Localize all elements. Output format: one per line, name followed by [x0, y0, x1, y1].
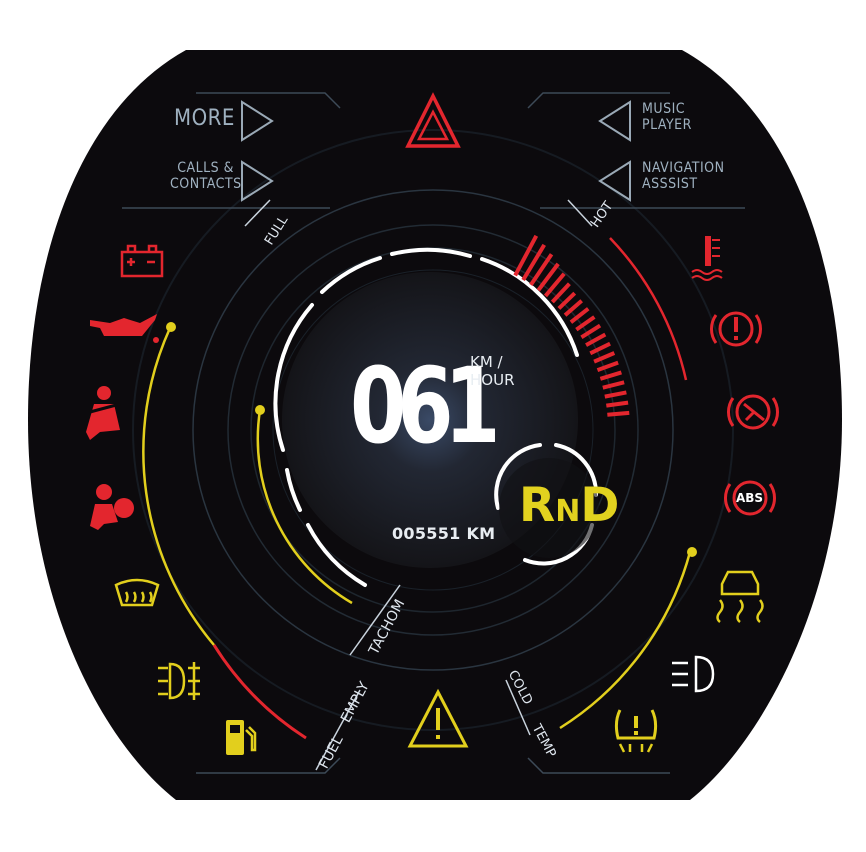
nav-label-line2: ASSSIST — [642, 176, 698, 193]
navigation-assist-label[interactable]: NAVIGATION ASSSIST — [642, 160, 725, 192]
temperature-tick — [607, 410, 630, 417]
more-menu-label[interactable]: MORE — [174, 106, 235, 131]
gear-n: N — [555, 494, 581, 529]
speed-unit: KM / HOUR — [470, 353, 515, 389]
calls-label-line2: CONTACTS — [170, 176, 242, 193]
nav-label-line1: NAVIGATION — [642, 160, 725, 176]
odometer: 005551 KM — [392, 524, 496, 543]
calls-label-line1: CALLS & — [177, 160, 234, 176]
speed-unit-line2: HOUR — [470, 371, 515, 389]
gear-indicator: RND — [519, 478, 619, 533]
music-player-label[interactable]: MUSIC PLAYER — [642, 101, 692, 133]
abs-label: ABS — [736, 491, 764, 505]
calls-contacts-label[interactable]: CALLS & CONTACTS — [170, 160, 242, 193]
music-label-line1: MUSIC — [642, 101, 686, 117]
speed-readout: 061 — [350, 345, 501, 467]
gear-r: R — [519, 478, 556, 533]
gear-d: D — [580, 478, 620, 533]
speed-unit-line1: KM / — [470, 353, 503, 371]
music-label-line2: PLAYER — [642, 117, 692, 134]
